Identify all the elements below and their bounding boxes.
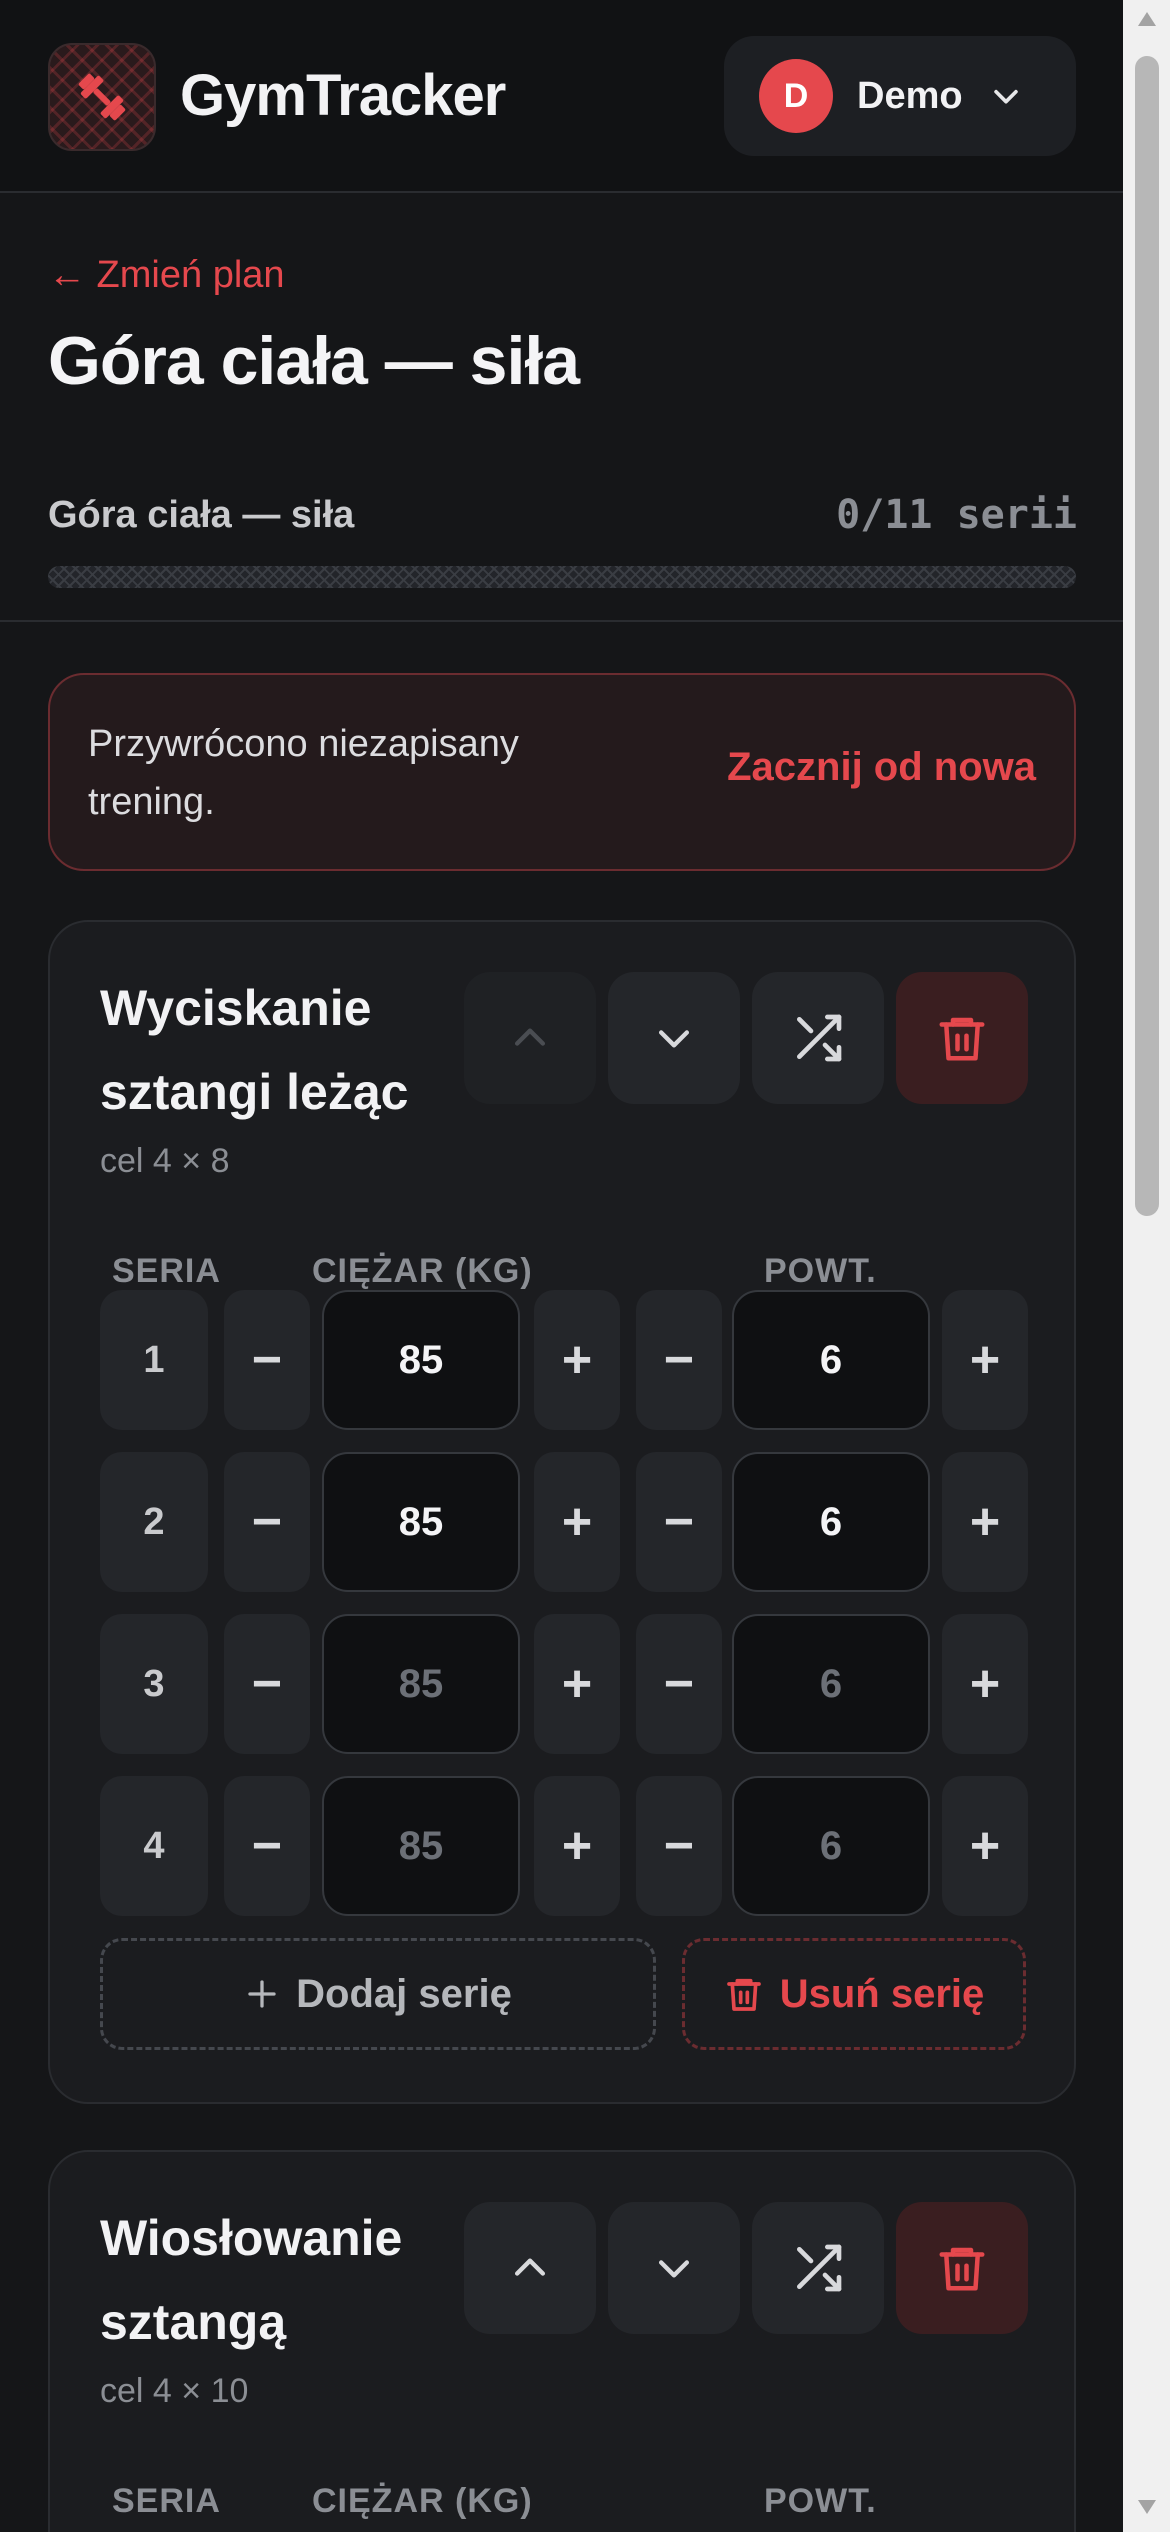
trash-icon bbox=[939, 1017, 985, 1061]
remove-set-label: Usuń serię bbox=[779, 1971, 985, 2016]
delete-exercise-button[interactable] bbox=[896, 2202, 1028, 2334]
progress-count: 0/11 serii bbox=[836, 492, 1077, 538]
column-header-set: SERIA bbox=[112, 2482, 221, 2520]
scrollbar-thumb[interactable] bbox=[1135, 56, 1159, 1216]
notice-text: Przywrócono niezapisany trening. bbox=[88, 723, 519, 823]
add-set-label: Dodaj serię bbox=[296, 1971, 512, 2016]
move-up-button[interactable] bbox=[464, 972, 596, 1104]
user-menu-button[interactable]: D Demo bbox=[724, 36, 1076, 156]
weight-increment-button[interactable]: + bbox=[534, 1614, 620, 1754]
move-up-button[interactable] bbox=[464, 2202, 596, 2334]
column-header-reps: POWT. bbox=[764, 2482, 877, 2520]
weight-decrement-button[interactable]: − bbox=[224, 1290, 310, 1430]
set-row: 2 − 85 + − 6 + bbox=[50, 1452, 1074, 1592]
weight-increment-button[interactable]: + bbox=[534, 1290, 620, 1430]
chevron-down-icon bbox=[993, 89, 1018, 104]
page-title: Góra ciała — siła bbox=[48, 323, 580, 399]
weight-increment-button[interactable]: + bbox=[534, 1776, 620, 1916]
delete-exercise-button[interactable] bbox=[896, 972, 1028, 1104]
set-number: 1 bbox=[100, 1290, 208, 1430]
column-header-reps: POWT. bbox=[764, 1252, 877, 1290]
remove-set-button[interactable]: Usuń serię bbox=[682, 1938, 1026, 2050]
exercise-card: Wyciskanie sztangi leżąc cel 4 × 8 SERIA… bbox=[48, 920, 1076, 2104]
add-set-button[interactable]: Dodaj serię bbox=[100, 1938, 656, 2050]
column-header-set: SERIA bbox=[112, 1252, 221, 1290]
shuffle-icon bbox=[797, 2244, 842, 2292]
reps-increment-button[interactable]: + bbox=[942, 1452, 1028, 1592]
chevron-up-icon bbox=[514, 2258, 546, 2276]
weight-decrement-button[interactable]: − bbox=[224, 1452, 310, 1592]
reps-decrement-button[interactable]: − bbox=[636, 1776, 722, 1916]
exercise-name: Wiosłowanie sztangą bbox=[100, 2210, 403, 2350]
chevron-down-icon bbox=[658, 2260, 690, 2278]
reps-input[interactable]: 6 bbox=[732, 1614, 930, 1754]
weight-input[interactable]: 85 bbox=[322, 1776, 520, 1916]
chevron-up-icon bbox=[514, 1028, 546, 1046]
set-row: 4 − 85 + − 6 + bbox=[50, 1776, 1074, 1916]
reps-input[interactable]: 6 bbox=[732, 1776, 930, 1916]
trash-icon bbox=[726, 1978, 761, 2011]
brand-name: GymTracker bbox=[180, 63, 506, 128]
start-over-button[interactable]: Zacznij od nowa bbox=[727, 745, 1036, 790]
progress-label: Góra ciała — siła bbox=[48, 494, 355, 536]
weight-decrement-button[interactable]: − bbox=[224, 1614, 310, 1754]
exercise-card: Wiosłowanie sztangą cel 4 × 10 SERIA CIĘ… bbox=[48, 2150, 1076, 2532]
trash-icon bbox=[939, 2247, 985, 2291]
avatar: D bbox=[759, 59, 833, 133]
exercise-target: cel 4 × 8 bbox=[100, 1142, 230, 1180]
dumbbell-logo-icon[interactable] bbox=[48, 43, 156, 151]
scrollbar[interactable] bbox=[1123, 0, 1170, 2532]
divider bbox=[0, 620, 1123, 622]
column-header-weight: CIĘŻAR (KG) bbox=[312, 1252, 533, 1290]
exercise-name: Wyciskanie sztangi leżąc bbox=[100, 980, 409, 1120]
scroll-up-arrow-icon[interactable] bbox=[1136, 10, 1158, 28]
swap-exercise-button[interactable] bbox=[752, 2202, 884, 2334]
reps-input[interactable]: 6 bbox=[732, 1452, 930, 1592]
weight-input[interactable]: 85 bbox=[322, 1614, 520, 1754]
progress-bar bbox=[48, 566, 1076, 588]
reps-input[interactable]: 6 bbox=[732, 1290, 930, 1430]
weight-input[interactable]: 85 bbox=[322, 1452, 520, 1592]
move-down-button[interactable] bbox=[608, 2202, 740, 2334]
set-number: 4 bbox=[100, 1776, 208, 1916]
restored-workout-notice: Przywrócono niezapisany trening. Zacznij… bbox=[48, 673, 1076, 871]
move-down-button[interactable] bbox=[608, 972, 740, 1104]
chevron-down-icon bbox=[658, 1030, 690, 1048]
swap-exercise-button[interactable] bbox=[752, 972, 884, 1104]
change-plan-link[interactable]: ← Zmień plan bbox=[48, 254, 285, 297]
weight-increment-button[interactable]: + bbox=[534, 1452, 620, 1592]
reps-increment-button[interactable]: + bbox=[942, 1290, 1028, 1430]
reps-increment-button[interactable]: + bbox=[942, 1776, 1028, 1916]
set-row: 1 − 85 + − 6 + bbox=[50, 1290, 1074, 1430]
reps-decrement-button[interactable]: − bbox=[636, 1290, 722, 1430]
set-number: 2 bbox=[100, 1452, 208, 1592]
weight-input[interactable]: 85 bbox=[322, 1290, 520, 1430]
exercise-target: cel 4 × 10 bbox=[100, 2372, 249, 2410]
app-header: GymTracker D Demo bbox=[0, 0, 1123, 193]
set-number: 3 bbox=[100, 1614, 208, 1754]
column-header-weight: CIĘŻAR (KG) bbox=[312, 2482, 533, 2520]
scroll-down-arrow-icon[interactable] bbox=[1136, 2498, 1158, 2516]
set-row: 3 − 85 + − 6 + bbox=[50, 1614, 1074, 1754]
weight-decrement-button[interactable]: − bbox=[224, 1776, 310, 1916]
reps-increment-button[interactable]: + bbox=[942, 1614, 1028, 1754]
user-name: Demo bbox=[857, 74, 963, 117]
shuffle-icon bbox=[797, 1014, 842, 1062]
reps-decrement-button[interactable]: − bbox=[636, 1614, 722, 1754]
reps-decrement-button[interactable]: − bbox=[636, 1452, 722, 1592]
plus-icon bbox=[248, 1980, 276, 2008]
